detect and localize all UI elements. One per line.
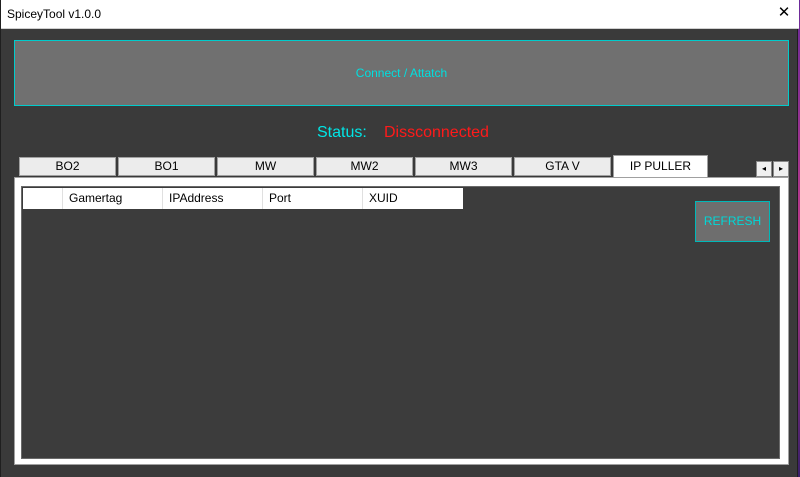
tab-bo2[interactable]: BO2 (19, 157, 116, 176)
column-ipaddress[interactable]: IPAddress (163, 188, 263, 209)
column-port[interactable]: Port (263, 188, 363, 209)
tab-scroll-buttons: ◂ ▸ (756, 161, 789, 177)
row-header-column[interactable] (23, 188, 63, 209)
refresh-button[interactable]: REFRESH (695, 201, 770, 242)
tab-bo1[interactable]: BO1 (118, 157, 215, 176)
title-bar[interactable]: SpiceyTool v1.0.0 ✕ (1, 0, 799, 29)
tab-mw2[interactable]: MW2 (316, 157, 413, 176)
app-window: SpiceyTool v1.0.0 ✕ Connect / Attatch St… (0, 0, 799, 477)
tab-strip: BO2 BO1 MW MW2 MW3 GTA V IP PULLER (14, 155, 789, 177)
scroll-right-icon[interactable]: ▸ (773, 161, 789, 177)
column-gamertag[interactable]: Gamertag (63, 188, 163, 209)
tab-mw[interactable]: MW (217, 157, 314, 176)
players-grid[interactable]: Gamertag IPAddress Port XUID (21, 186, 780, 459)
grid-header: Gamertag IPAddress Port XUID (23, 188, 463, 209)
status-label: Status: (317, 124, 367, 141)
tab-mw3[interactable]: MW3 (415, 157, 512, 176)
tab-ip-puller[interactable]: IP PULLER (613, 155, 708, 177)
scroll-left-icon[interactable]: ◂ (756, 161, 772, 177)
ip-puller-panel: Gamertag IPAddress Port XUID (14, 177, 789, 465)
status-value: Dissconnected (384, 124, 489, 141)
column-xuid[interactable]: XUID (363, 188, 463, 209)
connect-attach-button[interactable]: Connect / Attatch (14, 40, 789, 106)
tab-gta-v[interactable]: GTA V (514, 157, 611, 176)
close-icon[interactable]: ✕ (775, 4, 793, 22)
window-title: SpiceyTool v1.0.0 (7, 7, 102, 21)
